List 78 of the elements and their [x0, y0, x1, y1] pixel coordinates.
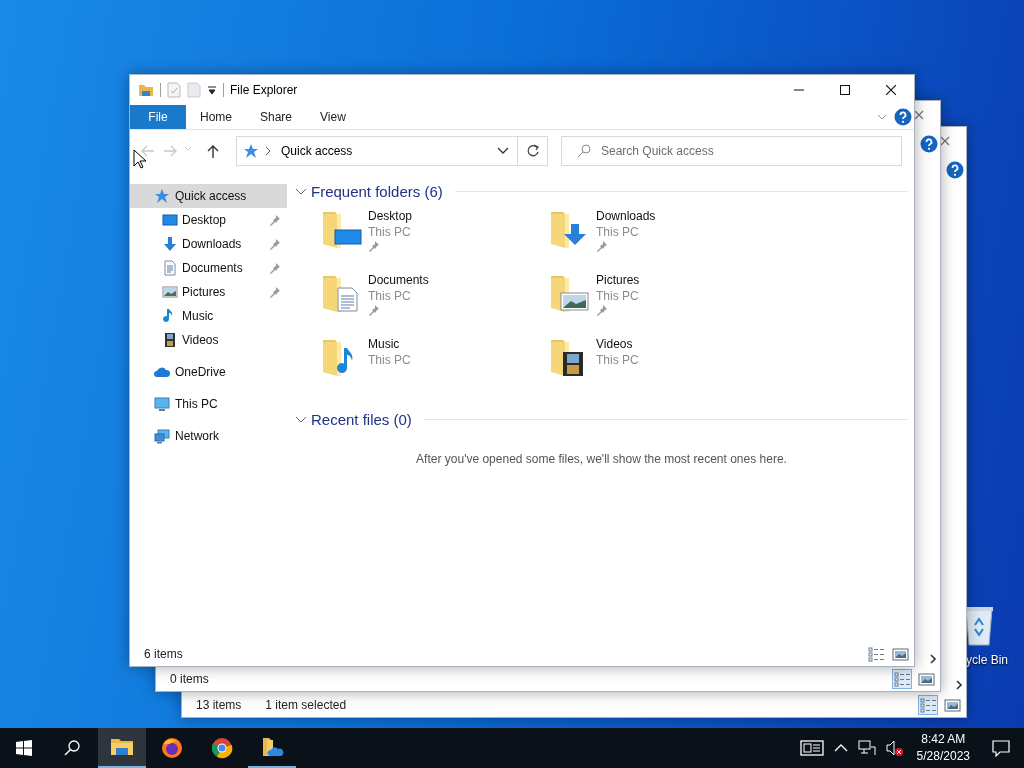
- close-icon[interactable]: [886, 85, 896, 95]
- address-bar[interactable]: Quick access: [236, 136, 518, 166]
- folder-name[interactable]: Videos: [596, 336, 639, 352]
- empty-message: After you've opened some files, we'll show the most recent ones here.: [415, 452, 788, 466]
- search-icon: [577, 144, 591, 158]
- details-view-button[interactable]: [866, 644, 886, 664]
- folder-location: This PC: [596, 224, 640, 240]
- scroll-right-icon[interactable]: [928, 654, 938, 664]
- folder-cloud-icon: [260, 735, 284, 759]
- document-icon: [162, 260, 178, 276]
- file-menu-button[interactable]: File: [130, 105, 186, 129]
- dropdown-icon: [497, 147, 509, 155]
- folder-name[interactable]: Desktop: [368, 208, 413, 224]
- notification-icon[interactable]: [992, 739, 1010, 757]
- up-icon[interactable]: [206, 144, 220, 158]
- ribbon-tab[interactable]: View: [306, 105, 360, 129]
- news-icon[interactable]: [799, 738, 824, 758]
- sidebar-item[interactable]: Music: [130, 304, 287, 328]
- refresh-button[interactable]: [518, 136, 548, 166]
- sidebar-item[interactable]: Videos: [130, 328, 287, 352]
- sidebar-item[interactable]: Desktop: [130, 208, 287, 232]
- cursor-icon: [133, 149, 147, 169]
- refresh-icon: [525, 144, 540, 158]
- folder-location: This PC: [368, 352, 411, 368]
- sidebar-item[interactable]: This PC: [130, 392, 287, 416]
- help-icon[interactable]: [920, 135, 938, 153]
- sidebar-item[interactable]: OneDrive: [130, 360, 287, 384]
- download-icon: [162, 236, 178, 252]
- sidebar-item[interactable]: Downloads: [130, 232, 287, 256]
- search-field[interactable]: Search Quick access: [561, 136, 902, 166]
- sidebar-item[interactable]: Network: [130, 424, 287, 448]
- desktop-icon: [162, 212, 178, 228]
- status-text: 0 items: [170, 672, 209, 686]
- star-icon: [243, 143, 259, 159]
- monitor-icon: [154, 396, 170, 412]
- firefox-icon: [160, 736, 184, 760]
- desktop-icon-label[interactable]: ycle Bin: [966, 653, 1009, 667]
- sidebar-item[interactable]: Documents: [130, 256, 287, 280]
- show-hidden-icons-icon[interactable]: [833, 742, 848, 754]
- sidebar-item[interactable]: Quick access: [130, 184, 287, 208]
- ribbon-tab[interactable]: Home: [186, 105, 246, 129]
- help-icon[interactable]: [894, 108, 912, 126]
- folder-icon[interactable]: [138, 82, 154, 98]
- chrome-icon: [210, 736, 234, 760]
- folder-location: This PC: [596, 288, 640, 304]
- folder-name[interactable]: Music: [368, 336, 411, 352]
- picture-icon: [162, 284, 178, 300]
- folder-location: This PC: [368, 224, 412, 240]
- details-view-button[interactable]: [892, 669, 912, 689]
- status-text: 1 item selected: [265, 698, 347, 712]
- folder-name[interactable]: Downloads: [596, 208, 656, 224]
- maximize-icon[interactable]: [840, 85, 850, 95]
- help-icon[interactable]: [946, 161, 964, 179]
- chevron-icon: [265, 146, 271, 156]
- address-path: Quick access: [280, 144, 354, 158]
- status-text: 6 items: [144, 647, 183, 661]
- ribbon-tab[interactable]: Share: [246, 105, 307, 129]
- search-icon: [64, 740, 80, 756]
- film-strip-icon: [162, 332, 178, 348]
- folder-location: This PC: [596, 352, 639, 368]
- clock[interactable]: 8:42 AM 5/28/2023: [908, 731, 980, 765]
- status-text: 13 items: [196, 698, 242, 712]
- network-icon: [154, 428, 170, 444]
- section-heading[interactable]: Frequent folders (6): [311, 182, 443, 200]
- volume-muted-icon[interactable]: [885, 739, 904, 757]
- network-icon[interactable]: [857, 739, 876, 757]
- folder-name[interactable]: Pictures: [596, 272, 640, 288]
- taskbar-app-button[interactable]: [98, 728, 146, 768]
- folder-location: This PC: [368, 288, 412, 304]
- star-icon: [154, 188, 170, 204]
- folder-name[interactable]: Documents: [368, 272, 429, 288]
- details-view-button[interactable]: [918, 695, 938, 715]
- scroll-right-icon[interactable]: [954, 680, 964, 690]
- windows-logo-icon: [16, 740, 32, 756]
- section-heading[interactable]: Recent files (0): [311, 410, 412, 428]
- window-title: File Explorer: [230, 83, 299, 97]
- sidebar-item[interactable]: Pictures: [130, 280, 287, 304]
- customize-dropdown-icon[interactable]: [207, 85, 217, 95]
